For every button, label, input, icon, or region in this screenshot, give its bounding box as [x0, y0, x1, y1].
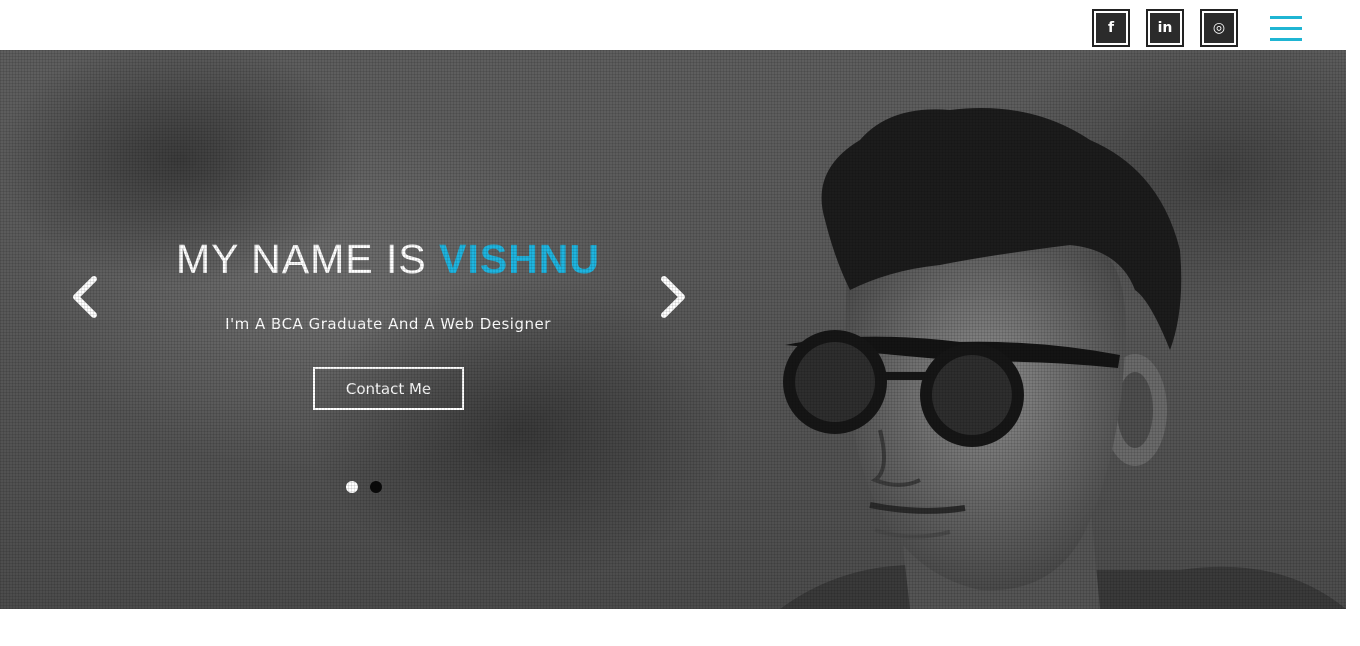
instagram-link[interactable]: ◎ [1200, 9, 1238, 47]
chevron-right-icon[interactable] [658, 275, 688, 319]
slide-indicator-2[interactable] [370, 481, 382, 493]
slide-indicator-1[interactable] [346, 481, 358, 493]
menu-bar [1270, 38, 1302, 41]
linkedin-link[interactable]: in [1146, 9, 1184, 47]
hero-title: MY NAME IS VISHNU [110, 236, 666, 283]
linkedin-icon: in [1150, 13, 1180, 43]
chevron-left-icon[interactable] [70, 275, 100, 319]
top-navbar: f in ◎ [0, 0, 1360, 50]
hero-portrait-photo [780, 108, 1346, 609]
hero-slider: MY NAME IS VISHNU I'm A BCA Graduate And… [0, 50, 1346, 609]
menu-bar [1270, 27, 1302, 30]
facebook-icon: f [1096, 13, 1126, 43]
instagram-icon: ◎ [1204, 13, 1234, 43]
menu-bar [1270, 16, 1302, 19]
hero-title-name: VISHNU [439, 236, 601, 282]
hero-title-prefix: MY NAME IS [175, 236, 440, 282]
facebook-link[interactable]: f [1092, 9, 1130, 47]
hero-subtitle: I'm A BCA Graduate And A Web Designer [225, 315, 551, 333]
hamburger-menu-icon[interactable] [1270, 16, 1302, 42]
contact-me-button[interactable]: Contact Me [313, 367, 464, 410]
